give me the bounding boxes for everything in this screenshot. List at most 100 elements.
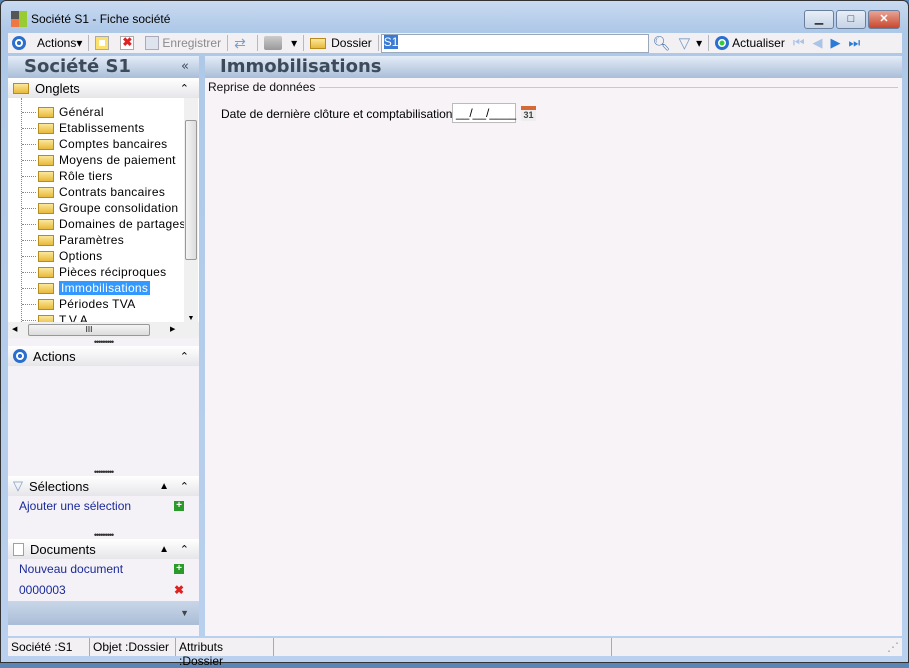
tree-item[interactable]: Immobilisations — [22, 280, 151, 296]
calendar-icon[interactable]: 31 — [521, 106, 536, 121]
new-document-link[interactable]: Nouveau document + — [8, 559, 199, 580]
resize-grip[interactable]: ⋰ — [612, 638, 902, 656]
add-icon[interactable]: + — [174, 501, 184, 511]
tree-item[interactable]: Périodes TVA — [22, 296, 136, 312]
next-record-button[interactable]: ▶ — [827, 33, 845, 53]
folder-icon — [38, 186, 54, 198]
add-icon[interactable]: + — [174, 564, 184, 574]
close-button[interactable]: ✕ — [868, 10, 900, 29]
documents-section-header[interactable]: Documents ▲ ⌃ — [8, 539, 199, 559]
page-title: Immobilisations — [205, 56, 902, 78]
last-record-button[interactable]: ⏭ — [845, 33, 865, 53]
scroll-right-icon[interactable]: ▶ — [170, 325, 175, 333]
document-item[interactable]: 0000003 ✖ — [8, 580, 199, 601]
delete-icon[interactable]: ✖ — [174, 584, 184, 596]
onglets-section-header[interactable]: Onglets ⌃ — [8, 78, 199, 98]
filter-icon: ▽ — [678, 35, 691, 52]
sync-button[interactable]: ⇄ — [230, 33, 255, 53]
folder-icon — [38, 218, 54, 230]
panel-expand-button[interactable]: ▼ — [8, 601, 199, 625]
actions-menu-button[interactable]: Actions ▾ — [8, 33, 86, 53]
application-window: Société S1 - Fiche société ▁ □ ✕ Actions… — [0, 0, 909, 668]
previous-record-button[interactable]: ◀ — [809, 33, 827, 53]
folder-open-icon — [38, 282, 54, 294]
collapse-icon[interactable]: ⌃ — [180, 480, 189, 493]
tree-item[interactable]: Comptes bancaires — [22, 136, 167, 152]
folder-icon — [38, 314, 54, 322]
new-button[interactable] — [91, 33, 116, 53]
app-icon — [11, 11, 27, 27]
scroll-thumb[interactable]: III — [28, 324, 150, 336]
status-societe: Société :S1 — [8, 638, 90, 656]
actions-section-header[interactable]: Actions ⌃ — [8, 346, 199, 366]
tree-item[interactable]: Général — [22, 104, 104, 120]
scroll-left-icon[interactable]: ◀ — [12, 325, 17, 333]
first-icon: ⏮ — [792, 35, 805, 50]
tree-item-label: T.V.A. — [59, 313, 92, 322]
folder-icon — [38, 170, 54, 182]
tree-item-label: Pièces réciproques — [59, 265, 167, 279]
actions-area — [8, 366, 199, 468]
tree-item[interactable]: Etablissements — [22, 120, 145, 136]
tree-item[interactable]: T.V.A. — [22, 312, 92, 322]
delete-button[interactable]: ✖ — [116, 33, 141, 53]
chevron-down-icon: ▾ — [76, 36, 83, 50]
filter-icon: ▽ — [13, 478, 23, 493]
refresh-button[interactable]: Actualiser — [711, 33, 789, 53]
tree-item[interactable]: Moyens de paiement — [22, 152, 176, 168]
scroll-down-icon[interactable]: ▼ — [184, 315, 198, 322]
splitter-grip[interactable]: ••••••••• — [8, 531, 199, 540]
next-icon: ▶ — [830, 35, 841, 50]
save-button[interactable]: Enregistrer — [141, 33, 225, 53]
search-button[interactable]: 🔍︎ — [649, 33, 675, 53]
last-icon: ⏭ — [848, 35, 861, 50]
minimize-section-icon[interactable]: ▲ — [159, 481, 169, 492]
folder-icon — [38, 234, 54, 246]
previous-icon: ◀ — [812, 35, 823, 50]
closing-date-input[interactable]: __/__/____ — [452, 103, 516, 123]
scroll-thumb[interactable] — [185, 120, 197, 260]
title-bar: Société S1 - Fiche société ▁ □ ✕ — [1, 1, 908, 33]
group-reprise: Reprise de données — [208, 80, 898, 94]
selections-section-header[interactable]: ▽ Sélections ▲ ⌃ — [8, 476, 199, 496]
tree-item[interactable]: Contrats bancaires — [22, 184, 165, 200]
tree-item-label: Moyens de paiement — [59, 153, 176, 167]
splitter-grip[interactable]: ••••••••• — [8, 468, 199, 477]
chevron-down-icon: ▾ — [291, 36, 298, 50]
search-input[interactable]: S1 — [380, 33, 649, 53]
toolbar: Actions ▾ ✖ Enregistrer ⇄ ▾ Dossier S1 🔍︎… — [8, 33, 902, 53]
onglets-tree: Général Etablissements Comptes bancaires Mo… — [8, 98, 199, 322]
tree-item[interactable]: Paramètres — [22, 232, 124, 248]
minimize-button[interactable]: ▁ — [804, 10, 834, 29]
filter-button[interactable]: ▽ ▾ — [675, 33, 707, 53]
vertical-scrollbar[interactable]: ▼ — [184, 98, 198, 322]
tree-item[interactable]: Groupe consolidation — [22, 200, 178, 216]
tree-item[interactable]: Domaines de partages — [22, 216, 186, 232]
left-panel-header: Société S1 « — [8, 56, 199, 78]
horizontal-scrollbar[interactable]: ◀ III ▶ — [8, 322, 199, 338]
splitter-grip[interactable]: ••••••••• — [8, 338, 199, 347]
dossier-button[interactable]: Dossier — [306, 33, 376, 53]
folder-icon — [38, 298, 54, 310]
tree-item[interactable]: Rôle tiers — [22, 168, 113, 184]
tree-item-label: Contrats bancaires — [59, 185, 166, 199]
collapse-icon[interactable]: ⌃ — [180, 350, 189, 363]
tree-item[interactable]: Options — [22, 248, 102, 264]
first-record-button[interactable]: ⏮ — [789, 33, 809, 53]
add-selection-link[interactable]: Ajouter une sélection + — [8, 496, 199, 517]
tree-item[interactable]: Pièces réciproques — [22, 264, 166, 280]
collapse-icon[interactable]: ⌃ — [180, 543, 189, 556]
main-content: Immobilisations Reprise de données Date … — [205, 56, 902, 636]
maximize-button[interactable]: □ — [836, 10, 866, 29]
tree-item-label: Options — [59, 249, 103, 263]
collapse-icon[interactable]: ⌃ — [180, 82, 189, 95]
print-button[interactable]: ▾ — [260, 33, 301, 53]
tree-item-label: Immobilisations — [59, 281, 151, 295]
folder-icon — [38, 122, 54, 134]
folder-icon — [310, 37, 327, 49]
minimize-section-icon[interactable]: ▲ — [159, 544, 169, 555]
magnifier-icon: 🔍︎ — [652, 34, 671, 51]
status-attributs: Attributs :Dossier — [176, 638, 274, 668]
collapse-panel-button[interactable]: « — [181, 56, 189, 78]
actions-circle-icon — [12, 36, 26, 50]
